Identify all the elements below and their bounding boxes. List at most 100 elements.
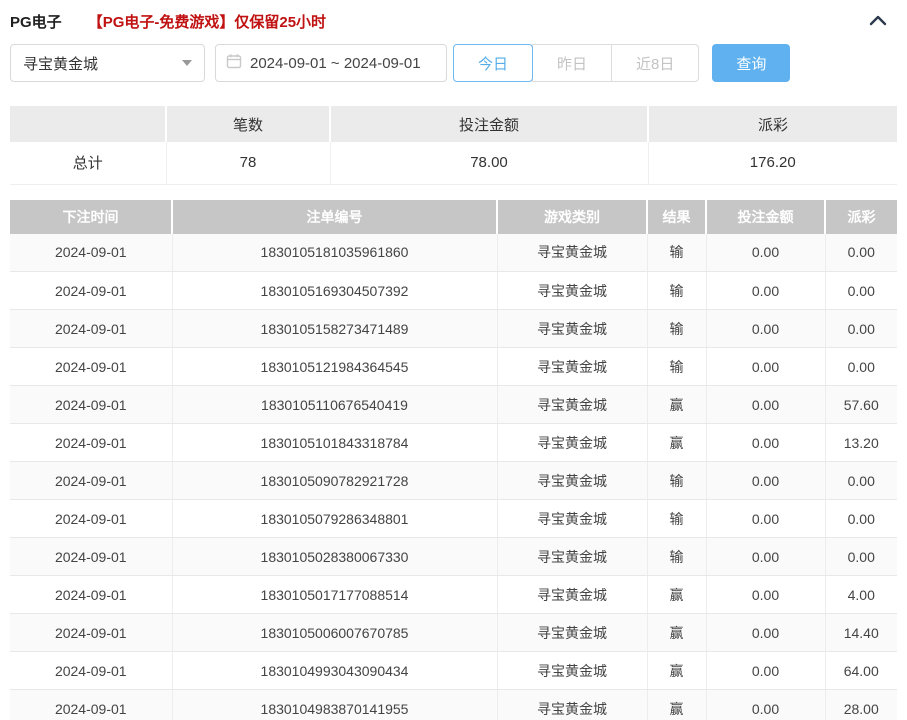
bet-table-header-row: 下注时间 注单编号 游戏类别 结果 投注金额 派彩 [10,200,897,234]
table-row: 2024-09-011830105158273471489寻宝黄金城输0.000… [10,310,897,348]
bet-time-cell: 2024-09-01 [10,462,172,500]
filter-bar: 寻宝黄金城 2024-09-01 ~ 2024-09-01 今日 昨日 近8日 … [10,44,897,82]
header-game-type: 游戏类别 [497,200,647,234]
payout-cell: 0.00 [825,234,897,272]
game-type-cell: 寻宝黄金城 [497,690,647,720]
result-cell: 赢 [647,576,706,614]
game-type-cell: 寻宝黄金城 [497,500,647,538]
result-cell: 输 [647,310,706,348]
game-type-cell: 寻宝黄金城 [497,538,647,576]
chevron-down-icon [182,60,192,66]
order-id-cell: 1830105181035961860 [172,234,497,272]
order-id-cell: 1830105090782921728 [172,462,497,500]
payout-cell: 4.00 [825,576,897,614]
table-row: 2024-09-011830105028380067330寻宝黄金城输0.000… [10,538,897,576]
order-id-cell: 1830105017177088514 [172,576,497,614]
game-select-value: 寻宝黄金城 [23,53,182,74]
bet-time-cell: 2024-09-01 [10,614,172,652]
table-row: 2024-09-011830105101843318784寻宝黄金城赢0.001… [10,424,897,462]
order-id-cell: 1830105121984364545 [172,348,497,386]
game-type-cell: 寻宝黄金城 [497,386,647,424]
bet-amount-cell: 0.00 [706,386,825,424]
table-row: 2024-09-011830105110676540419寻宝黄金城赢0.005… [10,386,897,424]
summary-total-payout: 176.20 [648,142,897,184]
game-type-cell: 寻宝黄金城 [497,424,647,462]
collapse-panel-button[interactable] [865,8,891,34]
order-id-cell: 1830105110676540419 [172,386,497,424]
game-type-cell: 寻宝黄金城 [497,652,647,690]
result-cell: 输 [647,348,706,386]
bet-amount-cell: 0.00 [706,500,825,538]
order-id-cell: 1830105169304507392 [172,272,497,310]
order-id-cell: 1830104993043090434 [172,652,497,690]
bet-time-cell: 2024-09-01 [10,652,172,690]
date-range-value: 2024-09-01 ~ 2024-09-01 [250,55,421,72]
summary-total-row: 总计 78 78.00 176.20 [10,142,897,184]
order-id-cell: 1830105158273471489 [172,310,497,348]
summary-header-payout: 派彩 [648,106,897,142]
bet-amount-cell: 0.00 [706,690,825,720]
result-cell: 赢 [647,614,706,652]
search-button[interactable]: 查询 [712,44,790,82]
bet-time-cell: 2024-09-01 [10,690,172,720]
bet-amount-cell: 0.00 [706,234,825,272]
header-payout: 派彩 [825,200,897,234]
header-result: 结果 [647,200,706,234]
payout-cell: 57.60 [825,386,897,424]
bet-records-table: 下注时间 注单编号 游戏类别 结果 投注金额 派彩 2024-09-011830… [10,200,897,720]
payout-cell: 0.00 [825,272,897,310]
payout-cell: 0.00 [825,310,897,348]
bet-time-cell: 2024-09-01 [10,272,172,310]
summary-total-count: 78 [166,142,330,184]
game-type-cell: 寻宝黄金城 [497,576,647,614]
order-id-cell: 1830105006007670785 [172,614,497,652]
table-row: 2024-09-011830104983870141955寻宝黄金城赢0.002… [10,690,897,720]
summary-header-empty [10,106,166,142]
payout-cell: 0.00 [825,348,897,386]
yesterday-button[interactable]: 昨日 [532,44,612,82]
result-cell: 赢 [647,386,706,424]
date-quick-filters: 今日 昨日 近8日 [453,44,699,82]
order-id-cell: 1830105079286348801 [172,500,497,538]
today-button[interactable]: 今日 [453,44,533,82]
provider-title: PG电子 [10,11,62,32]
summary-total-bet-amount: 78.00 [330,142,648,184]
summary-header-row: 笔数 投注金额 派彩 [10,106,897,142]
game-type-cell: 寻宝黄金城 [497,234,647,272]
payout-cell: 0.00 [825,538,897,576]
result-cell: 输 [647,462,706,500]
summary-header-bet-amount: 投注金额 [330,106,648,142]
table-row: 2024-09-011830105121984364545寻宝黄金城输0.000… [10,348,897,386]
bet-time-cell: 2024-09-01 [10,234,172,272]
result-cell: 赢 [647,690,706,720]
bet-time-cell: 2024-09-01 [10,500,172,538]
result-cell: 输 [647,500,706,538]
bet-amount-cell: 0.00 [706,348,825,386]
date-range-input[interactable]: 2024-09-01 ~ 2024-09-01 [215,44,447,82]
game-select[interactable]: 寻宝黄金城 [10,44,205,82]
summary-header-count: 笔数 [166,106,330,142]
table-row: 2024-09-011830105017177088514寻宝黄金城赢0.004… [10,576,897,614]
game-type-cell: 寻宝黄金城 [497,462,647,500]
game-type-cell: 寻宝黄金城 [497,272,647,310]
chevron-up-icon [869,14,887,29]
order-id-cell: 1830104983870141955 [172,690,497,720]
table-row: 2024-09-011830105079286348801寻宝黄金城输0.000… [10,500,897,538]
payout-cell: 28.00 [825,690,897,720]
bet-amount-cell: 0.00 [706,576,825,614]
bet-amount-cell: 0.00 [706,310,825,348]
bet-amount-cell: 0.00 [706,424,825,462]
bet-time-cell: 2024-09-01 [10,386,172,424]
header-order-id: 注单编号 [172,200,497,234]
last-8-days-button[interactable]: 近8日 [611,44,699,82]
bet-time-cell: 2024-09-01 [10,348,172,386]
table-row: 2024-09-011830105090782921728寻宝黄金城输0.000… [10,462,897,500]
header-bet-amount: 投注金额 [706,200,825,234]
result-cell: 输 [647,234,706,272]
result-cell: 输 [647,272,706,310]
game-type-cell: 寻宝黄金城 [497,310,647,348]
bet-amount-cell: 0.00 [706,272,825,310]
bet-amount-cell: 0.00 [706,538,825,576]
bet-time-cell: 2024-09-01 [10,310,172,348]
game-type-cell: 寻宝黄金城 [497,348,647,386]
